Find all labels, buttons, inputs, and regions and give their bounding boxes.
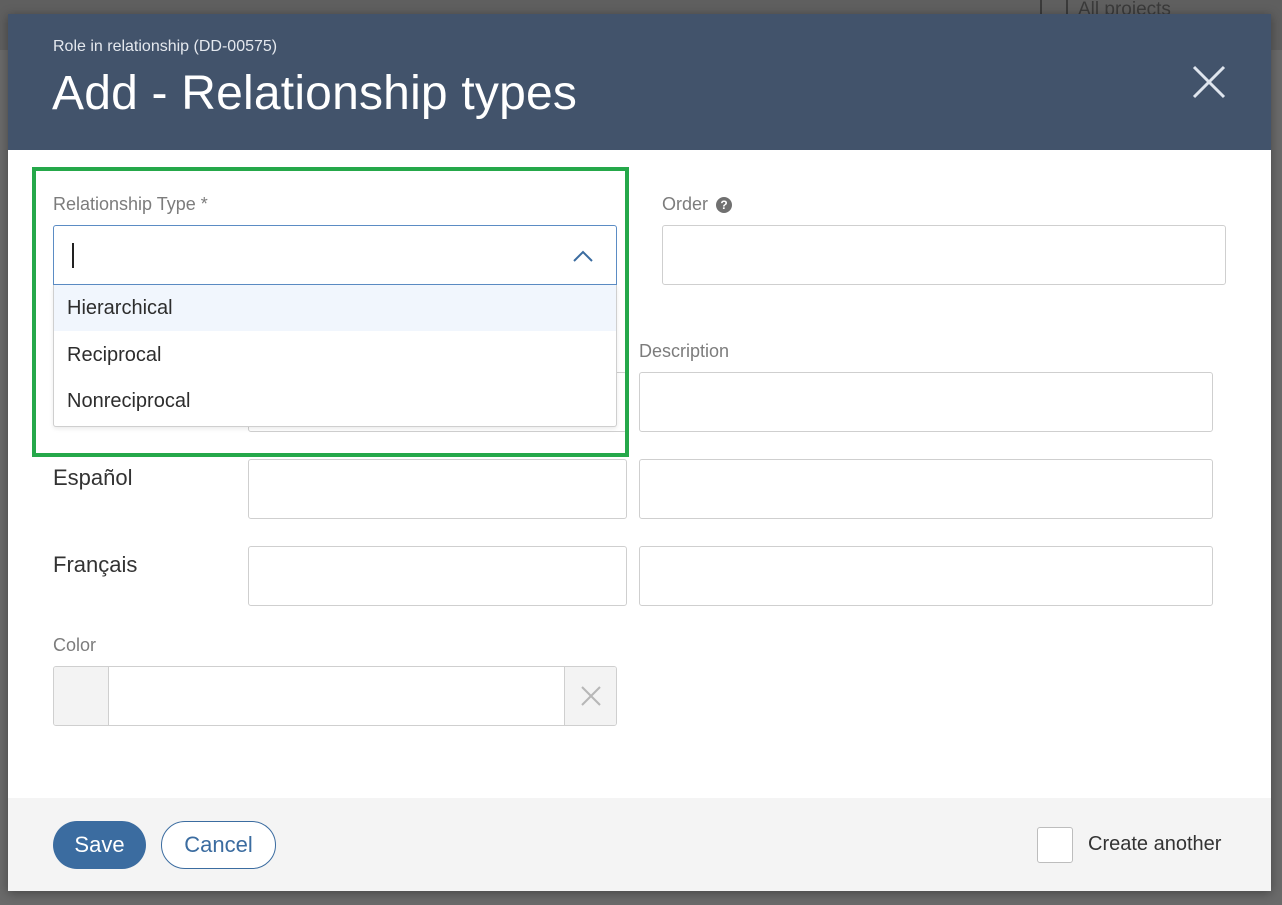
add-relationship-types-dialog: Role in relationship (DD-00575) Add - Re… <box>8 14 1271 891</box>
relationship-type-select[interactable] <box>53 225 617 285</box>
modal-title: Add - Relationship types <box>52 67 578 120</box>
color-label: Color <box>53 635 97 655</box>
create-another-checkbox[interactable] <box>1037 827 1073 863</box>
description-label: Description <box>639 341 730 361</box>
dropdown-option-nonreciprocal[interactable]: Nonreciprocal <box>54 378 616 424</box>
color-swatch[interactable] <box>54 667 109 725</box>
name-input-es[interactable] <box>248 459 627 519</box>
cancel-button[interactable]: Cancel <box>161 821 276 869</box>
description-input-default[interactable] <box>639 372 1213 432</box>
order-label-text: Order <box>662 194 709 214</box>
question-circle-icon[interactable]: ? <box>716 197 733 213</box>
order-label: Order? <box>662 194 733 215</box>
chevron-up-icon[interactable] <box>572 246 594 266</box>
description-input-es[interactable] <box>639 459 1213 519</box>
text-cursor <box>72 243 74 268</box>
close-icon <box>581 686 601 706</box>
color-field <box>53 666 617 726</box>
description-input-fr[interactable] <box>639 546 1213 606</box>
dropdown-option-hierarchical[interactable]: Hierarchical <box>54 285 616 331</box>
name-input-fr[interactable] <box>248 546 627 606</box>
dropdown-option-reciprocal[interactable]: Reciprocal <box>54 332 616 378</box>
save-button[interactable]: Save <box>53 821 146 869</box>
modal-subtitle: Role in relationship (DD-00575) <box>53 38 278 55</box>
order-input[interactable] <box>662 225 1226 285</box>
close-button[interactable] <box>1191 64 1227 100</box>
language-label-fr: Français <box>53 552 138 577</box>
color-clear-button[interactable] <box>564 667 616 725</box>
modal-header: Role in relationship (DD-00575) Add - Re… <box>8 14 1271 150</box>
create-another-label: Create another <box>1088 833 1222 855</box>
relationship-type-label: Relationship Type * <box>53 194 208 214</box>
language-label-es: Español <box>53 465 133 490</box>
close-icon <box>1192 65 1226 99</box>
relationship-type-dropdown: Hierarchical Reciprocal Nonreciprocal <box>53 285 617 427</box>
modal-footer: Save Cancel Create another <box>8 798 1271 891</box>
